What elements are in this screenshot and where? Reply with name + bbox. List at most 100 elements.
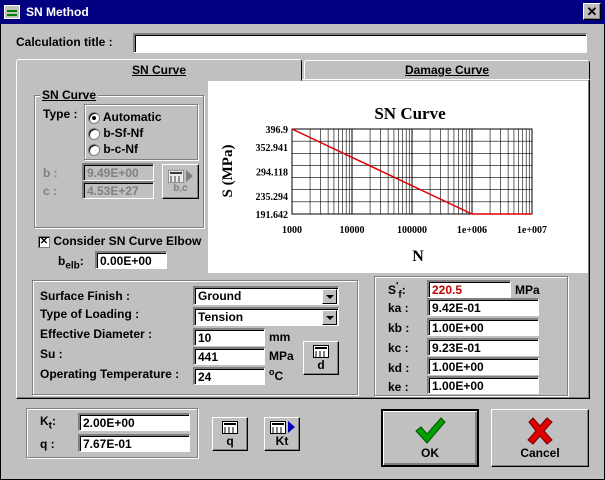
q-button-label: q: [226, 433, 234, 448]
belb-input[interactable]: 0.00E+00: [95, 251, 167, 269]
b-label: b :: [43, 166, 58, 180]
chart-app-icon: [4, 5, 20, 19]
tab-damage-curve-label: Damage Curve: [404, 63, 490, 77]
kt-label: Kt:: [40, 414, 56, 431]
temperature-input[interactable]: 24: [193, 367, 265, 385]
sn-chart-svg: SN Curve N S (MPa) 1000 10000 100000 1e+006…: [220, 104, 547, 265]
ka-input[interactable]: 9.42E-01: [427, 298, 539, 316]
elbow-checkbox[interactable]: ✕ Consider SN Curve Elbow: [38, 234, 201, 248]
elbow-check-mark: ✕: [38, 235, 50, 248]
q-calc-button[interactable]: q: [212, 417, 248, 451]
elbow-label: Consider SN Curve Elbow: [53, 234, 202, 248]
kb-label: kb :: [388, 321, 410, 335]
temperature-unit: oC: [269, 367, 283, 383]
ka-label: ka :: [388, 301, 409, 315]
kt-calc-button[interactable]: Kt: [264, 417, 300, 451]
loading-type-value: Tension: [198, 310, 244, 324]
sf-unit: MPa: [515, 283, 540, 297]
bc-button-icons: [168, 169, 193, 183]
temperature-unit-c: C: [274, 369, 284, 383]
chart-x-tick-label: 100000: [397, 225, 427, 236]
surface-finish-select[interactable]: Ground: [193, 286, 339, 305]
calc-title-input[interactable]: [133, 33, 587, 53]
kt-button-icons: [269, 420, 295, 434]
radio-automatic-dot: [88, 111, 100, 124]
chart-grid: [291, 128, 533, 215]
chart-title: SN Curve: [374, 104, 446, 123]
ok-button-label: OK: [421, 446, 439, 460]
chart-x-tick-label: 1e+006: [457, 225, 487, 236]
kb-input[interactable]: 1.00E+00: [427, 318, 539, 336]
chart-x-tick-label: 10000: [340, 225, 365, 236]
cancel-button-label: Cancel: [520, 446, 560, 460]
belb-label: belb:: [58, 254, 84, 271]
calc-title-label: Calculation title :: [16, 35, 113, 49]
kt-label-main: K: [40, 414, 49, 428]
ke-label: ke :: [388, 380, 409, 394]
bc-button-label: b,c: [173, 182, 188, 194]
arrow-right-icon: [186, 170, 193, 182]
ke-input[interactable]: 1.00E+00: [427, 376, 539, 394]
c-input[interactable]: 4.53E+27: [82, 181, 154, 199]
tab-damage-curve[interactable]: Damage Curve: [304, 60, 590, 79]
ok-button[interactable]: OK: [381, 409, 479, 467]
radio-automatic[interactable]: Automatic: [88, 110, 162, 124]
radio-b-c-nf-dot: [88, 143, 100, 156]
b-input[interactable]: 9.49E+00: [82, 163, 154, 181]
sn-group-title: SN Curve: [40, 88, 99, 102]
tab-sn-curve[interactable]: SN Curve: [16, 59, 302, 81]
kt-button-label: Kt: [275, 433, 289, 448]
bc-button[interactable]: b,c: [162, 164, 199, 199]
kd-input[interactable]: 1.00E+00: [427, 357, 539, 375]
chevron-down-icon[interactable]: [322, 310, 337, 325]
sf-label-main: S: [388, 283, 397, 297]
surface-finish-value: Ground: [198, 289, 242, 303]
cancel-button[interactable]: Cancel: [491, 409, 589, 467]
q-label: q :: [40, 437, 55, 451]
radio-b-sf-nf[interactable]: b-Sf-Nf: [88, 126, 143, 140]
diameter-label: Effective Diameter :: [40, 327, 153, 341]
kt-input[interactable]: 2.00E+00: [78, 413, 190, 431]
q-input[interactable]: 7.67E-01: [78, 434, 190, 452]
surface-finish-label: Surface Finish :: [40, 289, 131, 303]
sn-chart: SN Curve N S (MPa) 1000 10000 100000 1e+006…: [208, 81, 588, 273]
temperature-label: Operating Temperature :: [40, 367, 180, 381]
diameter-calc-button[interactable]: d: [303, 341, 339, 375]
chart-y-tick-label: 191.642: [256, 210, 289, 221]
kd-label: kd :: [388, 361, 410, 375]
type-label: Type :: [43, 107, 78, 121]
su-label: Su :: [40, 347, 63, 361]
sf-label: S'f:: [388, 281, 406, 300]
kc-label: kc :: [388, 341, 409, 355]
red-x-icon: [527, 417, 553, 445]
belb-label-colon: :: [79, 254, 84, 268]
chart-x-tick-label: 1e+007: [517, 225, 547, 236]
radio-b-sf-nf-dot: [88, 127, 100, 140]
radio-b-c-nf-label: b-c-Nf: [103, 142, 139, 156]
window-title: SN Method: [26, 5, 89, 19]
d-button-label: d: [317, 357, 325, 372]
loading-type-select[interactable]: Tension: [193, 307, 339, 326]
chart-y-label: S (MPa): [220, 145, 236, 198]
checkmark-icon: [415, 417, 446, 444]
calculator-icon: [222, 420, 238, 434]
tab-sn-curve-label: SN Curve: [131, 63, 187, 77]
diameter-input[interactable]: 10: [193, 328, 265, 346]
loading-type-label: Type of Loading :: [40, 307, 140, 321]
arrow-right-icon: [287, 421, 295, 433]
kt-label-colon: :: [52, 414, 57, 428]
su-unit: MPa: [269, 349, 294, 363]
belb-label-sub: elb: [65, 260, 80, 272]
calculator-icon: [313, 344, 329, 358]
chart-y-tick-label: 396.9: [266, 125, 289, 136]
chart-x-tick-label: 1000: [282, 225, 302, 236]
close-button[interactable]: ✕: [583, 3, 601, 20]
radio-b-c-nf[interactable]: b-c-Nf: [88, 142, 138, 156]
su-input[interactable]: 441: [193, 347, 265, 365]
chart-y-tick-label: 235.294: [256, 192, 289, 203]
kc-input[interactable]: 9.23E-01: [427, 338, 539, 356]
chart-x-label: N: [412, 248, 424, 265]
chevron-down-icon[interactable]: [322, 289, 337, 304]
sf-value[interactable]: 220.5: [427, 280, 511, 298]
calculator-icon: [269, 420, 286, 434]
